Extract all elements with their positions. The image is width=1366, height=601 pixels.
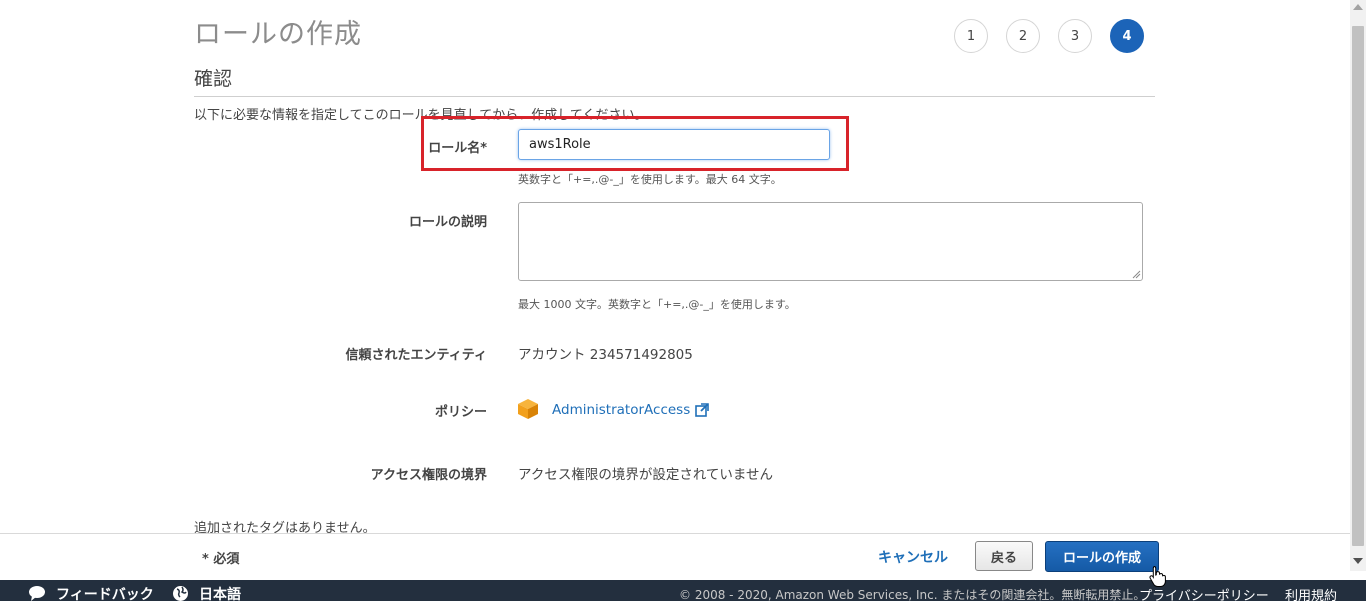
back-button[interactable]: 戻る (975, 541, 1033, 571)
action-bar: * 必須 キャンセル 戻る ロールの作成 (0, 533, 1350, 580)
section-divider (194, 96, 1155, 97)
required-note: * 必須 (202, 552, 240, 567)
role-description-label: ロールの説明 (408, 215, 487, 230)
policy-link[interactable]: AdministratorAccess (552, 402, 710, 418)
feedback-speech-bubble-icon[interactable] (28, 585, 46, 601)
cancel-button[interactable]: キャンセル (878, 547, 948, 567)
feedback-link[interactable]: フィードバック (56, 584, 154, 601)
privacy-policy-link[interactable]: プライバシーポリシー (1139, 585, 1269, 601)
page-title: ロールの作成 (194, 19, 362, 50)
wizard-steps: 1 2 3 4 (954, 19, 1144, 53)
trusted-entity-value: アカウント 234571492805 (518, 347, 693, 363)
scroll-down-arrow-icon[interactable] (1353, 558, 1363, 564)
highlight-box (421, 116, 849, 171)
terms-link[interactable]: 利用規約 (1285, 585, 1337, 601)
policy-link-text[interactable]: AdministratorAccess (552, 402, 690, 418)
tags-note: 追加されたタグはありません。 (194, 521, 376, 533)
step-3[interactable]: 3 (1058, 19, 1092, 53)
globe-icon[interactable] (172, 585, 189, 601)
role-description-hint: 最大 1000 文字。英数字と「+=,.@-_」を使用します。 (518, 298, 796, 311)
step-2[interactable]: 2 (1006, 19, 1040, 53)
role-description-input[interactable] (518, 202, 1143, 281)
permissions-boundary-value: アクセス権限の境界が設定されていません (518, 467, 774, 483)
scrollbar-thumb[interactable] (1352, 26, 1364, 546)
scroll-up-arrow-icon[interactable] (1353, 4, 1363, 10)
create-role-button[interactable]: ロールの作成 (1045, 541, 1159, 572)
step-1[interactable]: 1 (954, 19, 988, 53)
external-link-icon[interactable] (695, 403, 710, 417)
hand-cursor-icon (1149, 566, 1166, 587)
language-selector[interactable]: 日本語 (199, 584, 241, 601)
main-content: ロールの作成 1 2 3 4 確認 以下に必要な情報を指定してこのロールを見直し… (0, 0, 1350, 533)
permissions-boundary-label: アクセス権限の境界 (370, 468, 487, 483)
role-name-hint: 英数字と「+=,.@-_」を使用します。最大 64 文字。 (518, 173, 782, 186)
section-title: 確認 (194, 68, 233, 90)
trusted-entity-label: 信頼されたエンティティ (345, 348, 487, 363)
policy-label: ポリシー (434, 405, 487, 420)
resize-handle-icon[interactable] (1132, 270, 1141, 279)
step-4-current: 4 (1110, 19, 1144, 53)
aws-managed-policy-cube-icon (518, 399, 538, 419)
copyright-text: © 2008 - 2020, Amazon Web Services, Inc.… (679, 588, 1146, 601)
